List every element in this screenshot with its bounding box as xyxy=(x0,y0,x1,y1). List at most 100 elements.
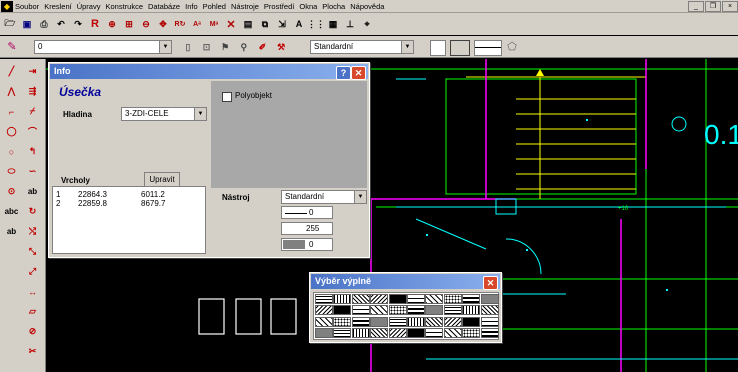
redo-icon[interactable]: ↷ xyxy=(70,16,86,32)
line-value-field[interactable]: 0 xyxy=(281,206,333,219)
fill-pattern-swatch[interactable] xyxy=(443,305,462,316)
offset-tool-icon[interactable]: ⇶ xyxy=(24,83,41,100)
fill-pattern-swatch[interactable] xyxy=(370,316,389,327)
fill-pattern-swatch[interactable] xyxy=(351,294,370,304)
chevron-down-icon[interactable]: ▼ xyxy=(194,108,206,120)
fill-pattern-swatch[interactable] xyxy=(388,316,407,327)
layer-lock-icon[interactable]: ⊡ xyxy=(199,39,215,55)
fill-pattern-swatch[interactable] xyxy=(370,294,389,304)
fill-pattern-swatch[interactable] xyxy=(480,294,499,304)
point-tool-icon[interactable]: ⊙ xyxy=(3,183,20,200)
fill-pattern-swatch[interactable] xyxy=(333,327,352,338)
eraser-shape-icon[interactable]: ⬠ xyxy=(504,39,520,55)
fill-pattern-swatch[interactable] xyxy=(425,305,444,316)
fill-pattern-swatch[interactable] xyxy=(370,305,389,316)
fill-color-swatch[interactable] xyxy=(430,40,446,56)
vertices-list[interactable]: 1 22864.3 6011.2 2 22859.8 8679.7 xyxy=(52,186,206,254)
color-value-field[interactable]: 255 xyxy=(281,222,333,235)
text-icon[interactable]: A xyxy=(291,16,307,32)
zoom-window-icon[interactable]: ⊞ xyxy=(121,16,137,32)
fill-value-field[interactable]: 0 xyxy=(281,238,333,251)
close-icon[interactable]: ✕ xyxy=(351,66,366,80)
menu-plocha[interactable]: Plocha xyxy=(322,2,345,11)
open-file-icon[interactable]: 🗁 xyxy=(2,16,18,32)
fill-pattern-swatch[interactable] xyxy=(443,316,462,327)
line-tool-icon[interactable]: ╱ xyxy=(3,63,20,80)
layer-color-icon[interactable]: ✐ xyxy=(255,39,271,55)
fill-pattern-swatch[interactable] xyxy=(407,294,425,304)
menu-pohled[interactable]: Pohled xyxy=(203,2,226,11)
undo-icon[interactable]: ↶ xyxy=(53,16,69,32)
fill-pattern-swatch[interactable] xyxy=(315,327,333,338)
fill-pattern-swatch[interactable] xyxy=(462,316,481,327)
rotate-tool-icon[interactable]: ↻ xyxy=(24,203,41,220)
ellipse-tool-icon[interactable]: ⬭ xyxy=(3,163,20,180)
fill-pattern-swatch[interactable] xyxy=(315,294,333,304)
fill-pattern-swatch[interactable] xyxy=(425,327,444,338)
menu-soubor[interactable]: Soubor xyxy=(15,2,39,11)
layer-freeze-icon[interactable]: ⚲ xyxy=(236,39,252,55)
layer-brush-icon[interactable]: ⚒ xyxy=(273,39,289,55)
menu-info[interactable]: Info xyxy=(185,2,198,11)
polyobject-checkbox[interactable] xyxy=(222,92,232,102)
stretch-tool-icon[interactable]: ⤡ xyxy=(24,243,41,260)
fill-pattern-swatch[interactable] xyxy=(407,316,425,327)
fill-pattern-swatch[interactable] xyxy=(480,305,499,316)
hatch-tool-icon[interactable]: ▱ xyxy=(24,303,41,320)
snap-icon[interactable]: ⌖ xyxy=(359,16,375,32)
ortho-icon[interactable]: ⊥ xyxy=(342,16,358,32)
fill-pattern-swatch[interactable] xyxy=(333,316,352,327)
layer-state-icon[interactable]: ⚑ xyxy=(217,39,233,55)
polyline-tool-icon[interactable]: ⋀ xyxy=(3,83,20,100)
circle2-tool-icon[interactable]: ○ xyxy=(3,143,20,160)
multitext-tool-icon[interactable]: abc xyxy=(3,203,20,220)
layers-icon[interactable]: ▤ xyxy=(240,16,256,32)
zoom-in-icon[interactable]: ⊕ xyxy=(104,16,120,32)
close-icon[interactable]: × xyxy=(722,0,738,12)
fill-pattern-swatch[interactable] xyxy=(480,316,499,327)
fill-pattern-swatch[interactable] xyxy=(388,327,407,338)
chevron-down-icon[interactable]: ▼ xyxy=(401,41,413,53)
fill-pattern-swatch[interactable] xyxy=(333,305,352,316)
fill-pattern-swatch[interactable] xyxy=(480,327,499,338)
menu-napoveda[interactable]: Nápověda xyxy=(350,2,384,11)
edit-vertices-button[interactable]: Upravit xyxy=(144,172,180,187)
fill-pattern-swatch[interactable] xyxy=(388,294,407,304)
fill-pattern-swatch[interactable] xyxy=(462,305,481,316)
fill-pattern-swatch[interactable] xyxy=(370,327,389,338)
fill-pattern-swatch[interactable] xyxy=(333,294,352,304)
zoom-all-icon[interactable]: Aᵃ xyxy=(189,16,205,32)
vertex-row[interactable]: 2 22859.8 8679.7 xyxy=(56,199,204,208)
layer-props-icon[interactable]: ▯ xyxy=(180,39,196,55)
erase-tool-icon[interactable]: ⊘ xyxy=(24,323,41,340)
fill-pattern-swatch[interactable] xyxy=(425,316,444,327)
trim-tool-icon[interactable]: ⌿ xyxy=(24,103,41,120)
app-icon[interactable]: ◆ xyxy=(1,0,13,12)
tool-select[interactable]: Standardní ▼ xyxy=(281,190,367,204)
fill-pattern-swatch[interactable] xyxy=(351,305,370,316)
fillet-tool-icon[interactable]: ↰ xyxy=(24,143,41,160)
restore-icon[interactable]: ❐ xyxy=(705,0,721,12)
redraw-icon[interactable]: R xyxy=(87,16,103,32)
fill-pattern-swatch[interactable] xyxy=(351,327,370,338)
fill-pattern-swatch[interactable] xyxy=(315,305,333,316)
vertex-row[interactable]: 1 22864.3 6011.2 xyxy=(56,190,204,199)
move-icon[interactable]: ⇲ xyxy=(274,16,290,32)
fill-pattern-swatch[interactable] xyxy=(450,40,470,56)
info-titlebar[interactable]: Info ? ✕ xyxy=(50,64,368,80)
pan-icon[interactable]: ✥ xyxy=(155,16,171,32)
measure-tool-icon[interactable]: ✂ xyxy=(24,343,41,360)
eraser-icon[interactable]: ✎ xyxy=(4,39,20,55)
menu-nastroje[interactable]: Nástroje xyxy=(231,2,259,11)
fill-pattern-swatch[interactable] xyxy=(443,327,462,338)
arc-tool-icon[interactable]: ⌒ xyxy=(24,123,41,140)
fill-pattern-swatch[interactable] xyxy=(407,305,425,316)
text-tool-icon[interactable]: ab xyxy=(24,183,41,200)
menu-konstrukce[interactable]: Konstrukce xyxy=(105,2,143,11)
menu-databaze[interactable]: Databáze xyxy=(148,2,180,11)
select-tool-icon[interactable]: ⇥ xyxy=(24,63,41,80)
fill-pattern-swatch[interactable] xyxy=(407,327,425,338)
print-icon[interactable]: ⎙ xyxy=(36,16,52,32)
help-icon[interactable]: ? xyxy=(336,66,351,80)
copy-icon[interactable]: ⧉ xyxy=(257,16,273,32)
